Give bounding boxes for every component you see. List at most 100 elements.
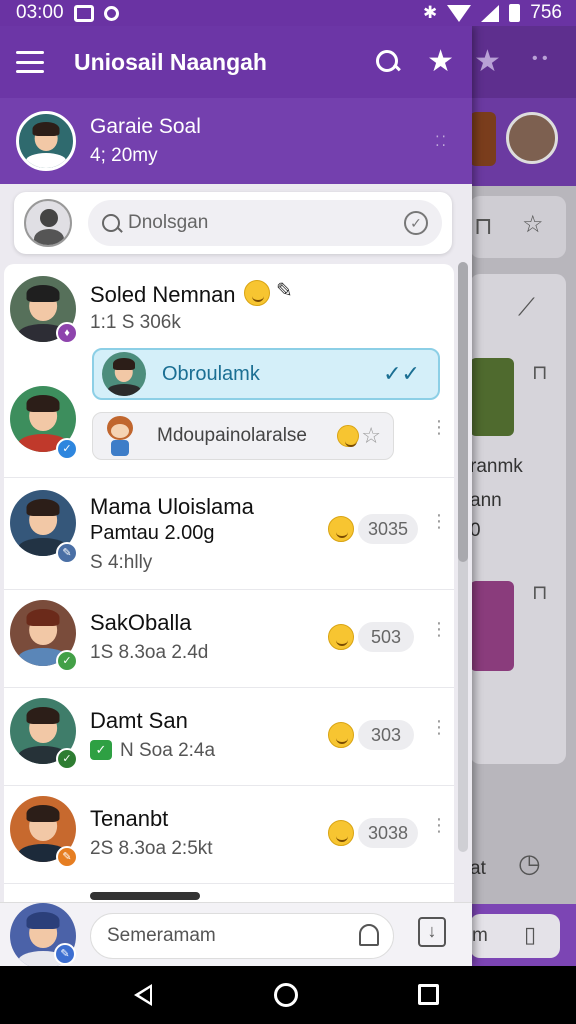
status-time: 03:00 [16,2,64,23]
background-thumbnail [470,112,496,166]
double-check-icon: ✓✓ [383,361,420,386]
battery-text: 756 [530,2,562,23]
count-badge: 3038 [358,818,419,848]
background-bottom-text: m [472,925,488,946]
compose-input[interactable]: Semeramam [90,913,394,959]
chat-subtitle: 2S 8.3oa 2:5kt [90,838,213,859]
search-placeholder: Dnolsgan [128,212,209,233]
background-search-card: ⊓ ☆ [470,196,566,258]
profile-name: Garaie Soal [90,115,201,138]
system-nav-bar [0,966,576,1024]
status-right: ✱ 756 [423,2,562,24]
background-bookmark-icon-2: ⊓ [532,362,548,384]
count-badge: 3035 [358,514,419,544]
message-bubble[interactable]: Obroulamk ✓✓ [92,348,440,400]
chat-item[interactable]: ✓ Damt San ✓ N Soa 2:4a 303 ⋮ [4,688,454,786]
app-title: Uniosail Naangah [74,48,267,75]
more-icon[interactable]: ⋮ [430,620,448,638]
background-app-bar: ★ • • [470,26,576,98]
menu-icon[interactable] [16,51,44,73]
signal-icon [481,4,500,22]
background-star-outline-icon: ☆ [522,211,544,238]
wifi-icon [447,4,472,22]
sync-icon [103,5,119,21]
background-list-card: ⟋ ⊓ ⊓ [470,274,566,764]
background-dots-icon: • • [532,50,548,67]
profile-subtitle: 4; 20my [90,145,158,166]
check-badge-icon: ✓ [90,740,112,760]
home-icon[interactable] [274,983,298,1007]
chat-name: Soled Nemnan [90,282,236,307]
star-outline-icon[interactable]: ☆ [361,423,381,449]
smile-emoji-icon [328,820,354,846]
sticker-text: Mdoupainolaralse [157,425,307,446]
bell-icon[interactable] [359,924,379,946]
background-text-4: at [470,858,486,879]
recents-icon[interactable] [418,984,439,1005]
background-bottom-card: m [470,914,560,958]
compose-placeholder: Semeramam [107,925,216,946]
scrollbar-thumb[interactable] [458,262,468,562]
smile-emoji-icon [328,516,354,542]
status-left: 03:00 [16,2,119,24]
chat-subtitle: S 4:hlly [90,552,153,573]
search-icon[interactable] [375,49,401,75]
wink-emoji-icon [337,425,360,447]
back-icon-inner [139,988,150,1002]
verified-icon[interactable]: ✓ [404,211,428,235]
more-icon[interactable]: ⋮ [430,816,448,834]
background-image-1 [470,358,514,436]
status-bar: 03:00 ✱ 756 [0,0,576,26]
more-icon[interactable]: ⋮ [430,418,448,436]
edit-icon[interactable]: ✎ [276,278,293,303]
status-badge: ✓ [56,748,78,770]
count-badge: 303 [358,720,414,750]
user-avatar[interactable] [24,199,72,247]
chat-list: ♦ Soled Nemnan ✎ 1:1 S 306k ✓ Obroulamk … [4,264,454,966]
chat-item[interactable]: ✎ Mama Uloislama Pamtau 2.00g S 4:hlly 3… [4,478,454,590]
chat-item[interactable]: ✎ Tenanbt 2S 8.3oa 2:5kt 3038 ⋮ [4,786,454,884]
chat-item[interactable]: ✓ SakOballa 1S 8.3oa 2.4d 503 ⋮ [4,590,454,688]
background-text-2: ann [470,490,502,511]
chat-subtitle: N Soa 2:4a [120,740,216,761]
profile-avatar[interactable] [16,111,76,171]
chat-item[interactable]: ♦ Soled Nemnan ✎ 1:1 S 306k ✓ Obroulamk … [4,264,454,478]
chat-name: Mama Uloislama [90,494,254,519]
chat-subtitle: 1:1 S 306k [90,312,181,333]
scrollbar[interactable] [458,262,468,852]
status-badge: ✎ [54,943,76,965]
background-pencil-icon: ⟋ [518,294,535,321]
star-icon[interactable]: ★ [427,47,454,77]
download-icon[interactable]: ↓ [418,917,446,947]
profile-header[interactable]: Garaie Soal 4; 20my ⁚⁚ [0,98,472,184]
more-dots-icon[interactable]: ⁚⁚ [435,133,448,150]
search-card: Dnolsgan ✓ [14,192,452,254]
background-image-2 [470,581,514,671]
partial-chat-name [90,892,200,900]
profile-info: Garaie Soal 4; 20my [90,115,435,167]
status-badge: ♦ [56,322,78,344]
chat-name-line2: Pamtau 2.00g [90,522,215,544]
smile-emoji-icon [244,280,270,306]
sticker-icon [101,412,141,460]
app-bar: Uniosail Naangah ★ [0,26,472,98]
bubble-text: Obroulamk [162,362,260,385]
background-bookmark-icon: ⊓ [474,213,493,240]
chat-name: Tenanbt [90,806,169,831]
notification-icon [73,4,94,22]
bluetooth-icon: ✱ [423,3,438,22]
search-field-icon [102,214,120,232]
search-input[interactable]: Dnolsgan ✓ [88,200,442,246]
background-star-icon: ★ [474,45,501,78]
more-icon[interactable]: ⋮ [430,718,448,736]
more-icon[interactable]: ⋮ [430,512,448,530]
chat-subtitle: 1S 8.3oa 2.4d [90,642,209,663]
background-clock-icon: ◷ [518,848,541,878]
battery-icon [509,4,521,22]
navigation-drawer: Uniosail Naangah ★ Garaie Soal 4; 20my ⁚… [0,26,472,966]
background-bookmark-icon-3: ⊓ [532,582,548,604]
sticker-bubble[interactable]: Mdoupainolaralse ☆ [92,412,394,460]
background-text-1: ranmk [470,456,523,477]
bubble-avatar [102,352,146,396]
background-trash-icon: ▯ [524,922,537,947]
